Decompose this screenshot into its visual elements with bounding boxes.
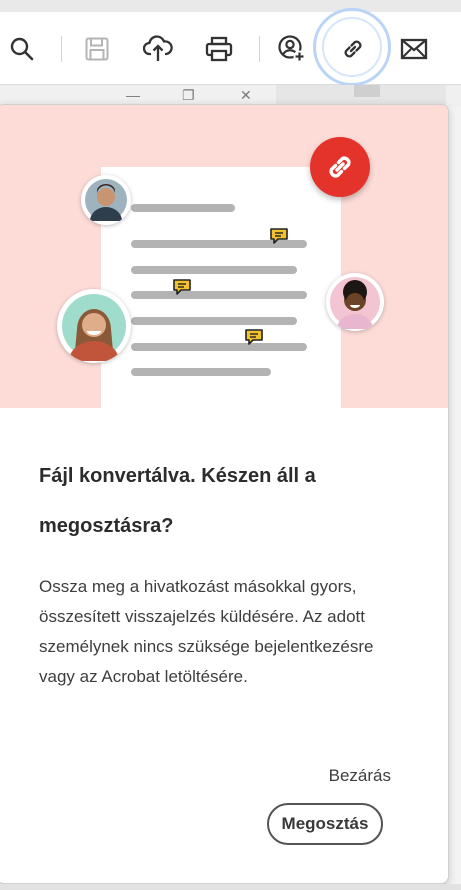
add-user-icon[interactable] — [276, 33, 308, 65]
close-window-button[interactable]: ✕ — [240, 87, 252, 104]
close-button[interactable]: Bezárás — [307, 761, 391, 791]
avatar — [326, 273, 384, 331]
comment-icon — [173, 279, 191, 295]
comment-icon — [270, 228, 288, 244]
print-icon[interactable] — [203, 33, 235, 65]
popover-description: Ossza meg a hivatkozást másokkal gyors, … — [39, 577, 374, 686]
mail-icon[interactable] — [398, 33, 430, 65]
toolbar-separator — [61, 36, 62, 62]
avatar — [81, 175, 131, 225]
acrobat-window: — ❐ ✕ Fájl konvertálva. Készen áll a meg… — [0, 0, 461, 890]
comment-icon — [245, 329, 263, 345]
avatar — [57, 289, 131, 363]
popover-title: Fájl konvertálva. Készen áll a megosztás… — [39, 465, 316, 537]
document-illustration — [101, 167, 341, 408]
minimize-button[interactable]: — — [126, 87, 140, 103]
share-button[interactable]: Megosztás — [267, 803, 383, 845]
share-link-badge-icon — [310, 137, 370, 197]
bottom-strip — [0, 884, 461, 890]
share-popover: Fájl konvertálva. Készen áll a megosztás… — [0, 104, 449, 884]
upload-cloud-icon[interactable] — [142, 33, 174, 65]
share-illustration — [0, 105, 448, 408]
search-icon[interactable] — [6, 33, 38, 65]
toolbar-separator — [259, 36, 260, 62]
toolbar — [0, 8, 461, 86]
restore-button[interactable]: ❐ — [182, 87, 195, 104]
save-icon[interactable] — [81, 33, 113, 65]
link-icon[interactable] — [337, 33, 369, 65]
